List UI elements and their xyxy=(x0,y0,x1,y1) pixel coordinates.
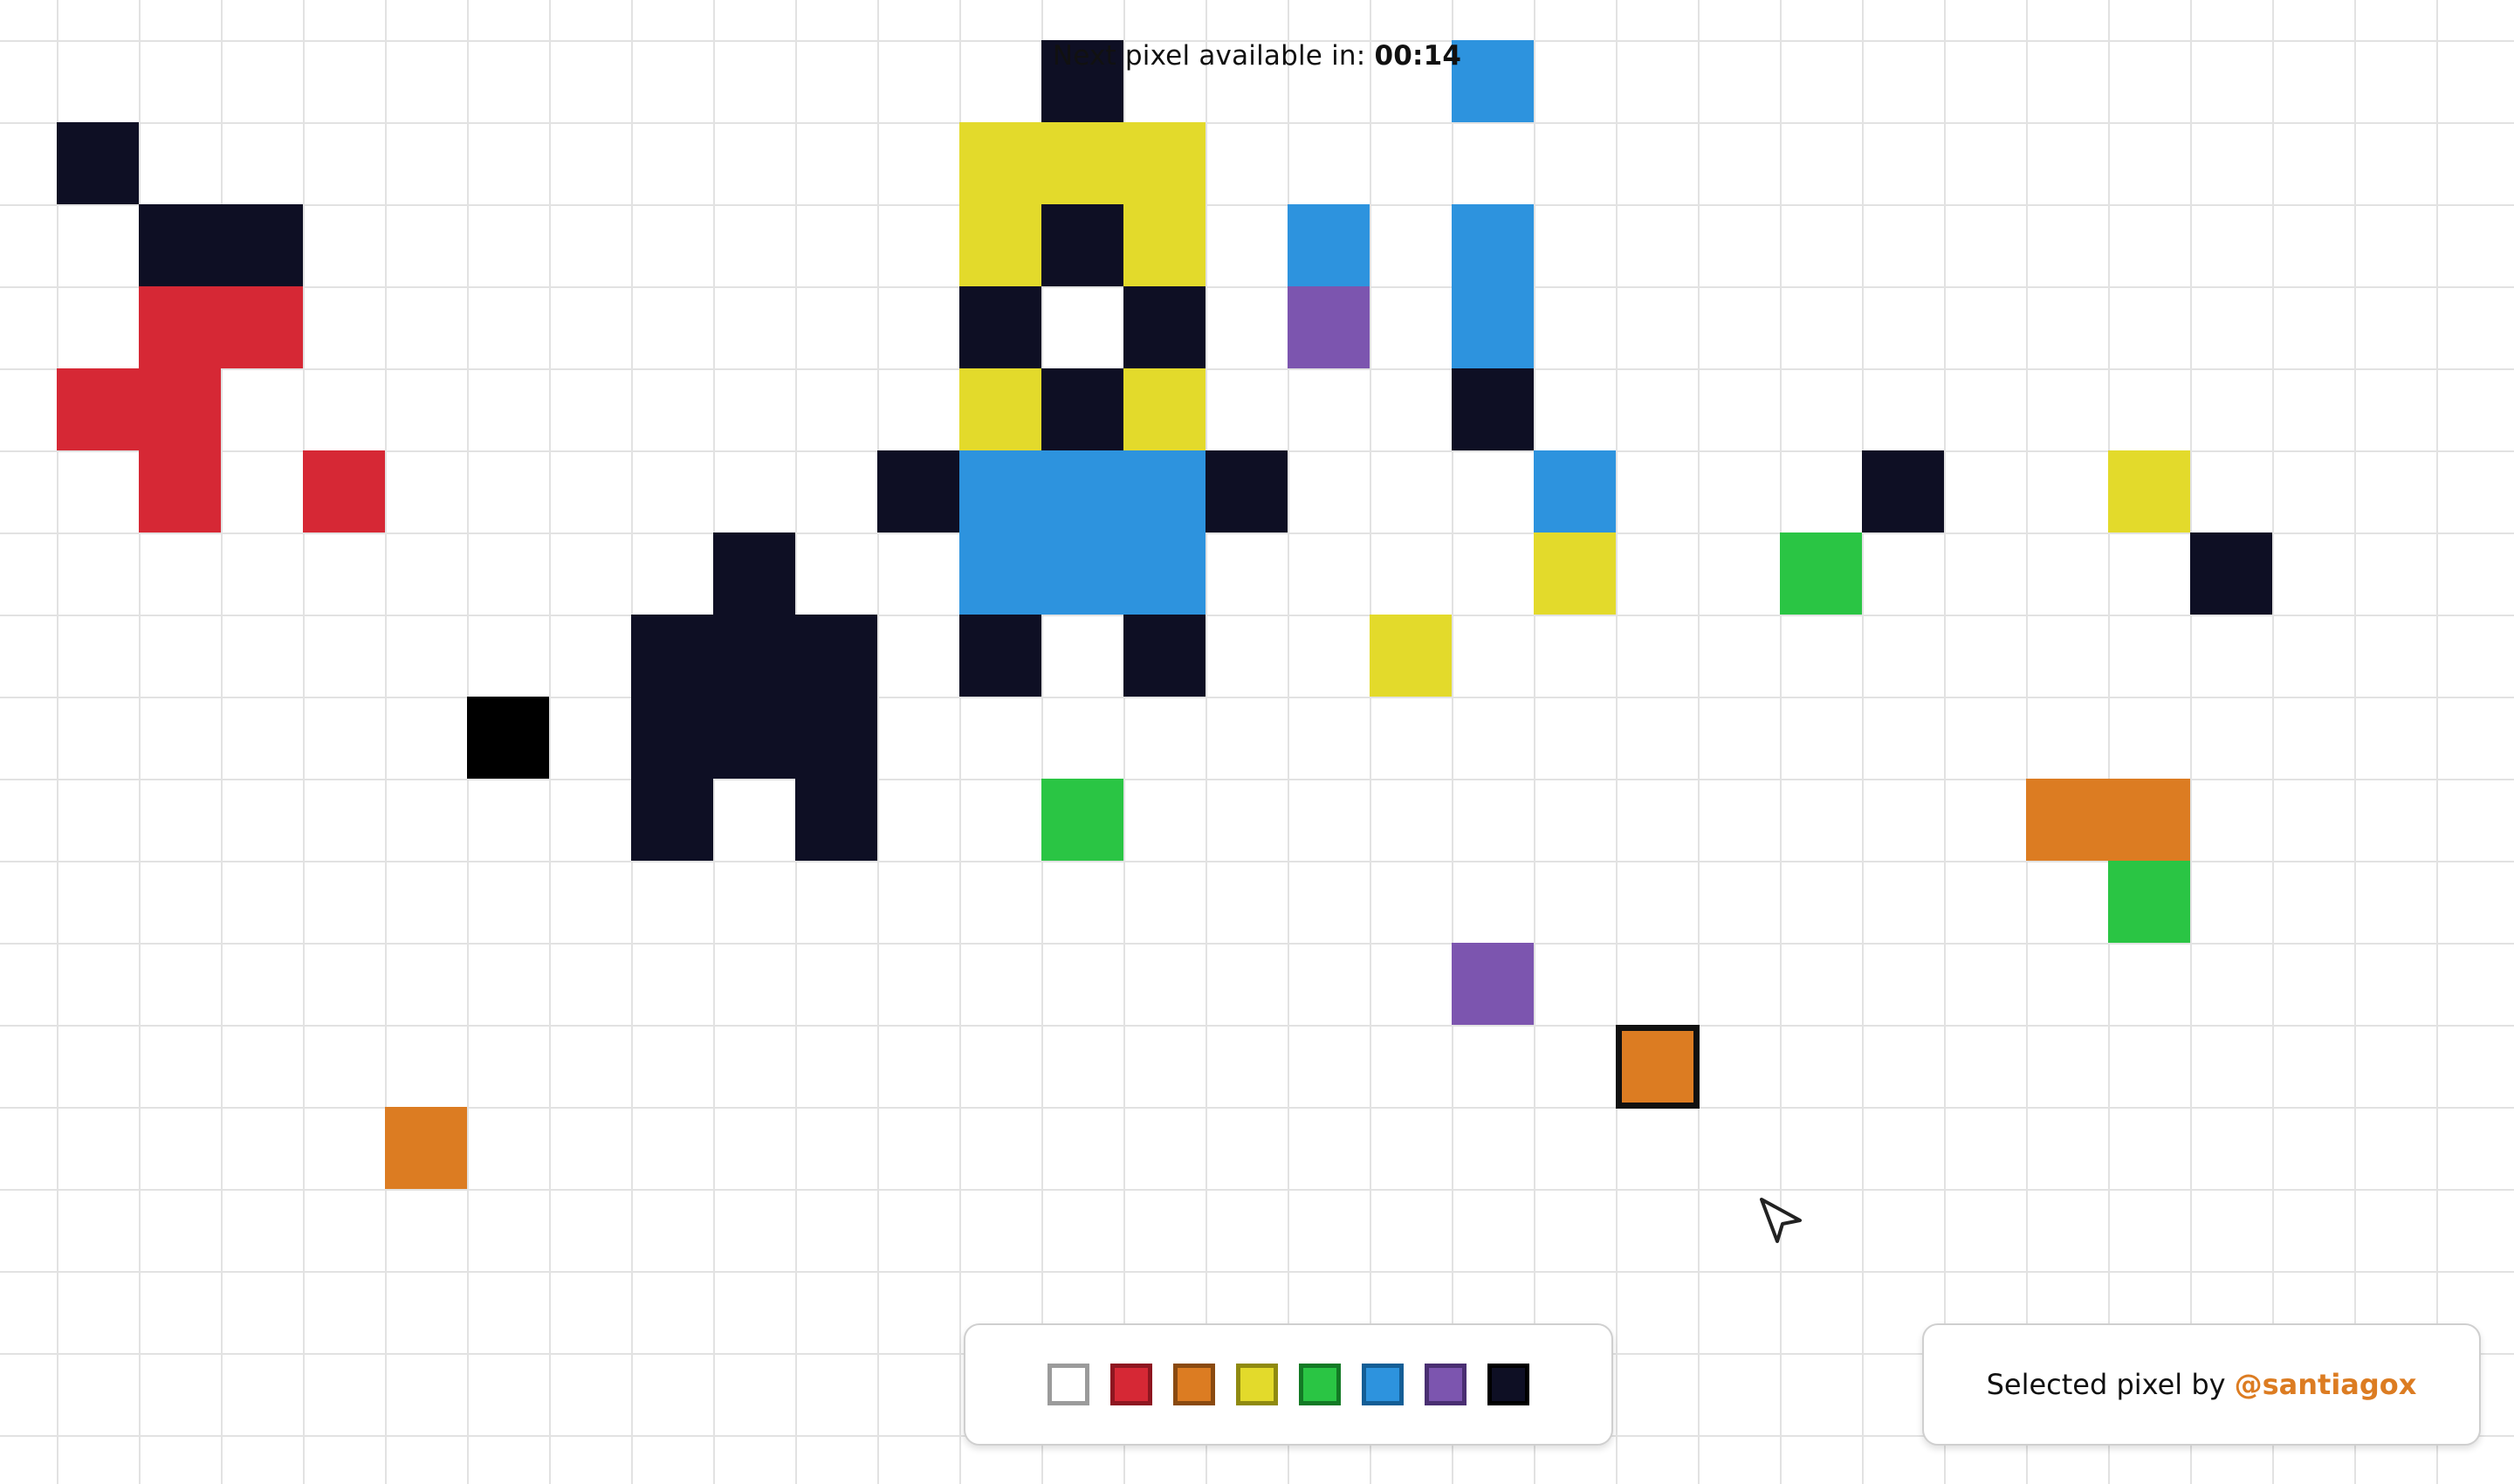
pixel-cell[interactable] xyxy=(1123,286,1205,368)
pixel-cell[interactable] xyxy=(139,368,221,450)
pixel-cell[interactable] xyxy=(221,286,303,368)
selected-pixel[interactable] xyxy=(1616,1025,1700,1109)
pixel-cell[interactable] xyxy=(1452,368,1534,450)
pixel-cell[interactable] xyxy=(1534,532,1616,615)
pixel-cell[interactable] xyxy=(795,779,877,861)
pixel-cell[interactable] xyxy=(959,615,1041,697)
pixel-cell[interactable] xyxy=(795,615,877,697)
pixel-cell[interactable] xyxy=(1288,204,1370,286)
pixel-cell[interactable] xyxy=(959,450,1041,532)
pixel-cell[interactable] xyxy=(1123,368,1205,450)
color-palette xyxy=(964,1323,1613,1446)
selected-pixel-label: Selected pixel by xyxy=(1986,1368,2226,1401)
pixel-cell[interactable] xyxy=(1041,450,1123,532)
cooldown-timer: Next pixel available in: 00:14 xyxy=(0,40,2514,72)
pixel-cell[interactable] xyxy=(1123,204,1205,286)
pixel-cell[interactable] xyxy=(1123,450,1205,532)
timer-value: 00:14 xyxy=(1374,40,1462,72)
pixel-cell[interactable] xyxy=(1041,368,1123,450)
pixel-cell[interactable] xyxy=(1041,532,1123,615)
pixel-cell[interactable] xyxy=(1452,286,1534,368)
pixel-cell[interactable] xyxy=(1370,615,1452,697)
pixel-cell[interactable] xyxy=(2026,779,2108,861)
color-swatch-yellow[interactable] xyxy=(1236,1364,1278,1405)
color-swatch-navy[interactable] xyxy=(1487,1364,1529,1405)
pixel-cell[interactable] xyxy=(303,450,385,532)
timer-label: Next pixel available in: xyxy=(1052,40,1366,72)
pixel-cell[interactable] xyxy=(139,286,221,368)
pixel-cell[interactable] xyxy=(631,697,713,779)
pixel-cell[interactable] xyxy=(57,122,139,204)
pixel-cell[interactable] xyxy=(1780,532,1862,615)
pixel-cell[interactable] xyxy=(1534,450,1616,532)
pixel-cell[interactable] xyxy=(2108,861,2190,943)
pixel-cell[interactable] xyxy=(1123,532,1205,615)
pixel-cell[interactable] xyxy=(713,615,795,697)
pixel-cell[interactable] xyxy=(57,368,139,450)
pixel-cell[interactable] xyxy=(1288,286,1370,368)
color-swatch-red[interactable] xyxy=(1110,1364,1152,1405)
color-swatch-purple[interactable] xyxy=(1425,1364,1466,1405)
pixel-cell[interactable] xyxy=(1862,450,1944,532)
color-swatch-orange[interactable] xyxy=(1173,1364,1215,1405)
mouse-cursor-icon xyxy=(1760,1198,1802,1243)
pixel-cell[interactable] xyxy=(139,450,221,532)
color-swatch-blue[interactable] xyxy=(1362,1364,1404,1405)
selected-pixel-user[interactable]: @santiagox xyxy=(2235,1368,2417,1401)
pixel-cell[interactable] xyxy=(1205,450,1288,532)
pixel-cell[interactable] xyxy=(713,532,795,615)
pixel-cell[interactable] xyxy=(631,615,713,697)
color-swatch-white[interactable] xyxy=(1048,1364,1089,1405)
pixel-cell[interactable] xyxy=(959,204,1041,286)
pixel-cell[interactable] xyxy=(631,779,713,861)
pixel-cell[interactable] xyxy=(1041,204,1123,286)
pixel-cell[interactable] xyxy=(139,204,221,286)
pixel-cell[interactable] xyxy=(959,532,1041,615)
pixel-cell[interactable] xyxy=(1452,943,1534,1025)
pixel-cell[interactable] xyxy=(959,286,1041,368)
pixel-canvas[interactable] xyxy=(0,0,2514,1484)
pixel-cell[interactable] xyxy=(221,204,303,286)
pixel-cell[interactable] xyxy=(1452,204,1534,286)
pixel-cell[interactable] xyxy=(795,697,877,779)
pixel-cell[interactable] xyxy=(959,122,1041,204)
selected-pixel-info: Selected pixel by @santiagox xyxy=(1922,1323,2481,1446)
pixel-cell[interactable] xyxy=(2190,532,2272,615)
color-swatch-green[interactable] xyxy=(1299,1364,1341,1405)
pixel-cell[interactable] xyxy=(467,697,549,779)
pixel-cell[interactable] xyxy=(1123,615,1205,697)
pixel-cell[interactable] xyxy=(1041,122,1123,204)
pixel-cell[interactable] xyxy=(2108,779,2190,861)
pixel-cell[interactable] xyxy=(877,450,959,532)
pixel-cell[interactable] xyxy=(385,1107,467,1189)
pixel-cell[interactable] xyxy=(1041,779,1123,861)
pixel-cell[interactable] xyxy=(959,368,1041,450)
pixel-cell[interactable] xyxy=(2108,450,2190,532)
pixel-cell[interactable] xyxy=(713,697,795,779)
pixel-cell[interactable] xyxy=(1123,122,1205,204)
